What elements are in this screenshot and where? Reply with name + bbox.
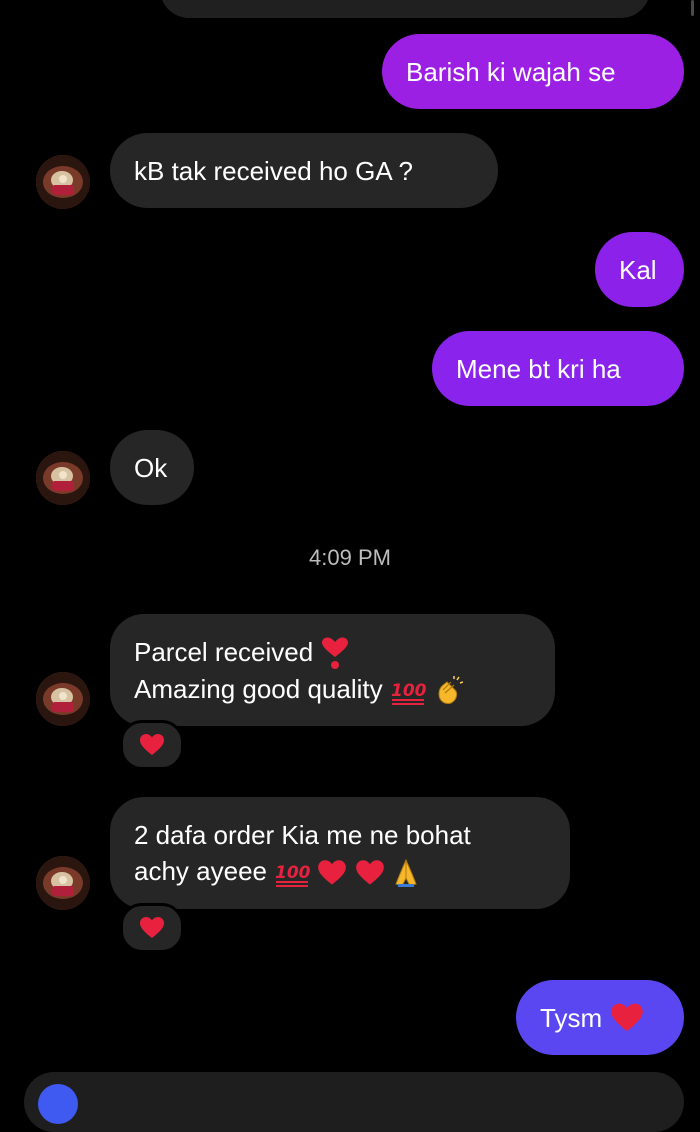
avatar-image [36, 451, 90, 505]
received-message-bubble[interactable]: 2 dafa order Kia me ne bohat achy ayeee … [110, 797, 570, 909]
chat-thread[interactable]: Barish ki wajah se kB tak received ho GA… [0, 0, 700, 1132]
received-message-bubble[interactable]: Parcel received Amazing good quality 100 [110, 614, 555, 726]
sent-message-bubble[interactable]: Barish ki wajah se [382, 34, 684, 109]
message-line: achy ayeee 100 [134, 853, 546, 889]
message-text: Kal [619, 254, 657, 285]
contact-avatar[interactable] [36, 451, 90, 505]
message-reaction[interactable] [120, 720, 184, 770]
timestamp-divider: 4:09 PM [309, 545, 391, 570]
hundred-points-icon: 100 [275, 863, 310, 888]
folded-hands-icon [395, 858, 417, 888]
message-text: Tysm [540, 1002, 603, 1033]
clapping-hands-icon [438, 676, 464, 705]
svg-text:100: 100 [391, 681, 426, 701]
message-text: Ok [134, 452, 168, 483]
camera-icon[interactable] [38, 1084, 78, 1124]
avatar-image [36, 155, 90, 209]
previous-message-bubble[interactable] [160, 0, 650, 18]
red-heart-icon [318, 860, 347, 885]
avatar-image [36, 856, 90, 910]
message-text: kB tak received ho GA ? [134, 155, 413, 186]
red-heart-icon [611, 1003, 643, 1031]
red-heart-icon [140, 734, 164, 755]
sent-message-bubble[interactable]: Tysm [516, 980, 684, 1055]
red-heart-icon [355, 860, 384, 885]
message-composer[interactable] [24, 1072, 684, 1132]
sent-message-bubble[interactable]: Kal [595, 232, 684, 307]
contact-avatar[interactable] [36, 155, 90, 209]
sent-message-bubble[interactable]: Mene bt kri ha [432, 331, 684, 406]
message-text: Barish ki wajah se [406, 56, 616, 87]
contact-avatar[interactable] [36, 856, 90, 910]
hundred-points-icon: 100 [391, 681, 426, 706]
message-reaction[interactable] [120, 903, 184, 953]
received-message-bubble[interactable]: Ok [110, 430, 194, 505]
received-message-bubble[interactable]: kB tak received ho GA ? [110, 133, 498, 208]
heavy-heart-exclamation-icon [322, 637, 349, 670]
red-heart-icon [140, 917, 164, 938]
contact-avatar[interactable] [36, 672, 90, 726]
avatar-image [36, 672, 90, 726]
message-line: Parcel received [134, 634, 531, 671]
message-text: Mene bt kri ha [456, 353, 621, 384]
scrollbar[interactable] [691, 0, 694, 16]
svg-text:100: 100 [275, 863, 310, 883]
message-line: 2 dafa order Kia me ne bohat [134, 820, 471, 850]
message-line: Amazing good quality 100 [134, 671, 531, 707]
